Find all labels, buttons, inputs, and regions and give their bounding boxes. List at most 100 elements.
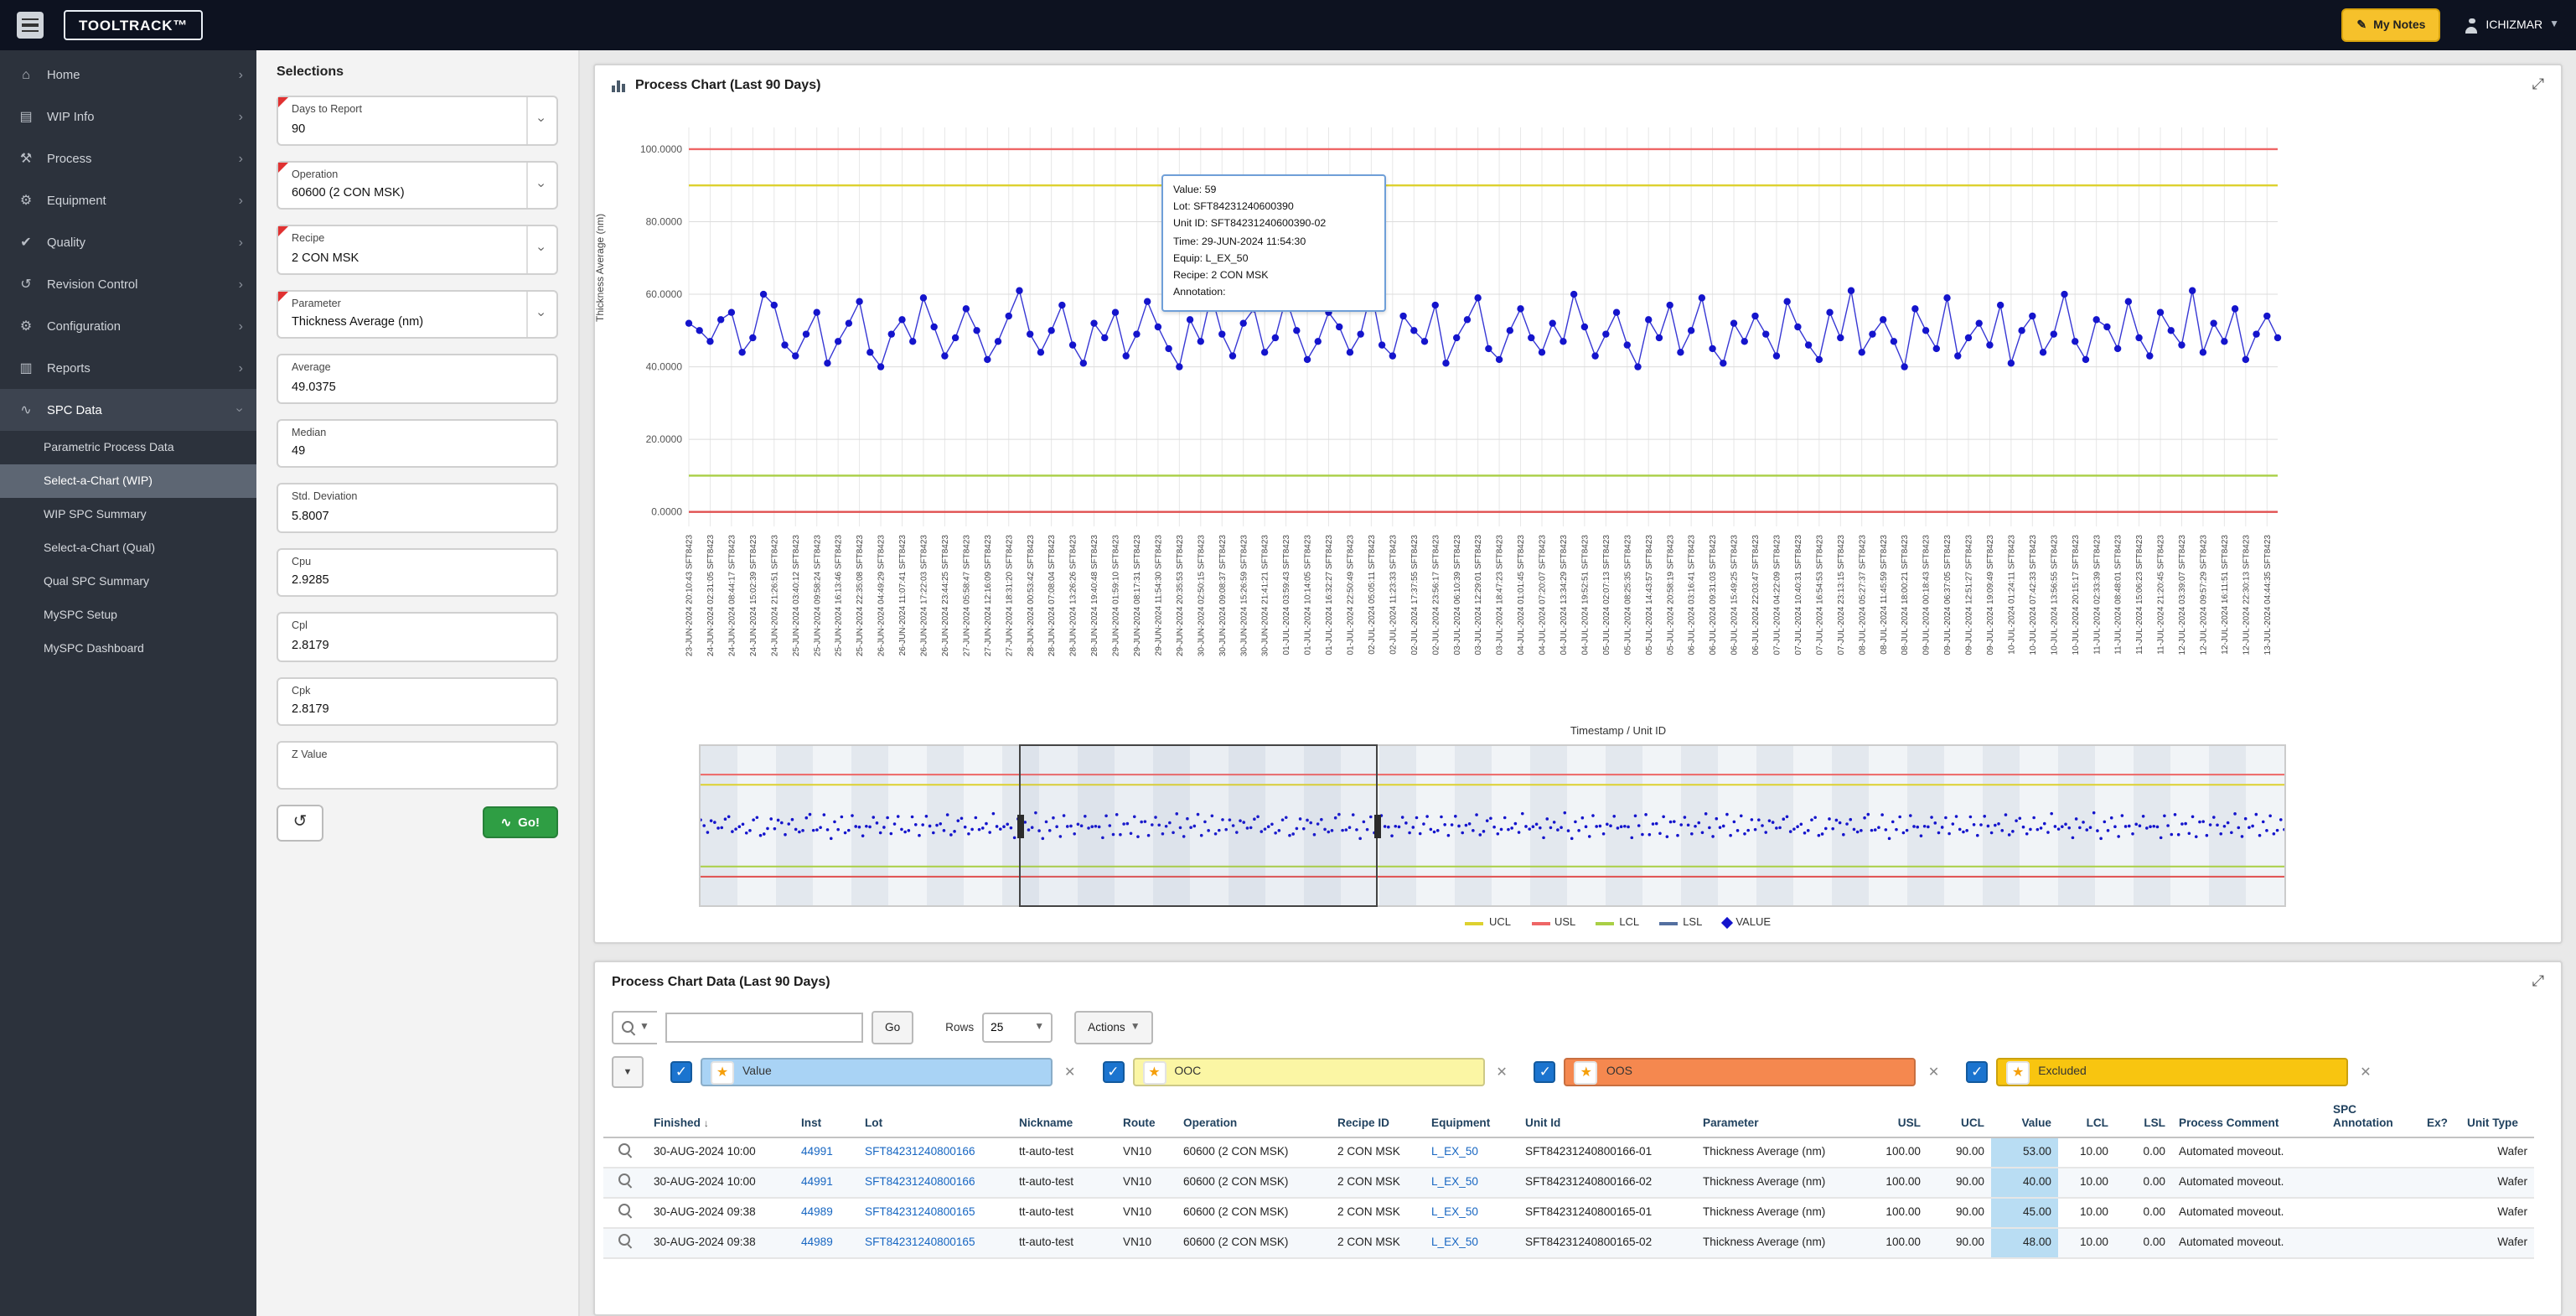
legend-item-ucl[interactable]: UCL xyxy=(1466,917,1511,929)
column-header-usl[interactable]: USL xyxy=(1864,1100,1927,1137)
rows-value: 25 xyxy=(991,1022,1003,1034)
column-header-parameter[interactable]: Parameter xyxy=(1696,1100,1864,1137)
filter-checkbox-oos[interactable]: ✓ xyxy=(1534,1061,1556,1083)
column-header-finished[interactable]: Finished↓ xyxy=(647,1100,794,1137)
column-header-lsl[interactable]: LSL xyxy=(2115,1100,2172,1137)
sidebar-item-wip-info[interactable]: ▤WIP Info› xyxy=(0,96,256,137)
my-notes-button[interactable]: ✎ My Notes xyxy=(2341,8,2440,42)
legend-item-usl[interactable]: USL xyxy=(1531,917,1575,929)
column-header-unit-id[interactable]: Unit Id xyxy=(1518,1100,1696,1137)
sidebar-item-myspc-dashboard[interactable]: MySPC Dashboard xyxy=(0,632,256,666)
column-header-ucl[interactable]: UCL xyxy=(1927,1100,1991,1137)
column-header-recipe-id[interactable]: Recipe ID xyxy=(1331,1100,1425,1137)
sidebar-item-home[interactable]: ⌂Home› xyxy=(0,54,256,96)
cell-link[interactable]: 44991 xyxy=(801,1146,833,1158)
cell-link[interactable]: SFT84231240800165 xyxy=(865,1236,975,1248)
cell-link[interactable]: L_EX_50 xyxy=(1431,1176,1478,1188)
column-header-nickname[interactable]: Nickname xyxy=(1012,1100,1116,1137)
sidebar-item-select-a-chart-qual[interactable]: Select-a-Chart (Qual) xyxy=(0,531,256,565)
cell-link[interactable]: SFT84231240800165 xyxy=(865,1206,975,1218)
column-header-route[interactable]: Route xyxy=(1116,1100,1177,1137)
cell-operation: 60600 (2 CON MSK) xyxy=(1177,1167,1331,1197)
search-go-button[interactable]: Go xyxy=(872,1011,913,1044)
chevron-down-icon[interactable]: › xyxy=(526,162,556,208)
filter-checkbox-excluded[interactable]: ✓ xyxy=(1966,1061,1988,1083)
column-header-spc-annotation[interactable]: SPC Annotation xyxy=(2326,1100,2420,1137)
cell-value: 53.00 xyxy=(1991,1137,2058,1167)
hamburger-menu-icon[interactable] xyxy=(17,12,44,39)
sidebar-item-revision-control[interactable]: ↺Revision Control› xyxy=(0,263,256,305)
filter-chip-oos[interactable]: ★OOS xyxy=(1565,1058,1916,1086)
remove-filter-icon[interactable]: ✕ xyxy=(1496,1065,1507,1080)
sidebar-item-parametric-process-data[interactable]: Parametric Process Data xyxy=(0,431,256,464)
column-header-process-comment[interactable]: Process Comment xyxy=(2172,1100,2326,1137)
user-menu[interactable]: ICHIZMAR ▼ xyxy=(2464,18,2559,33)
column-header-unit-type[interactable]: Unit Type xyxy=(2460,1100,2534,1137)
sidebar-item-equipment[interactable]: ⚙Equipment› xyxy=(0,179,256,221)
sidebar-item-configuration[interactable]: ⚙Configuration› xyxy=(0,305,256,347)
column-header-lot[interactable]: Lot xyxy=(858,1100,1012,1137)
legend-item-lcl[interactable]: LCL xyxy=(1596,917,1639,929)
sidebar-item-qual-spc-summary[interactable]: Qual SPC Summary xyxy=(0,565,256,598)
expand-icon[interactable]: ⤢ xyxy=(2532,75,2544,94)
chevron-down-icon[interactable]: › xyxy=(526,291,556,337)
filter-checkbox-ooc[interactable]: ✓ xyxy=(1102,1061,1124,1083)
remove-filter-icon[interactable]: ✕ xyxy=(2360,1065,2371,1080)
sidebar-item-quality[interactable]: ✔Quality› xyxy=(0,221,256,263)
filter-menu-button[interactable]: ▼ xyxy=(612,1056,644,1088)
search-icon xyxy=(621,1020,636,1035)
search-input[interactable] xyxy=(665,1013,863,1043)
sidebar-item-spc-data[interactable]: ∿SPC Data› xyxy=(0,389,256,431)
cell-usl: 100.00 xyxy=(1864,1227,1927,1257)
reset-button[interactable]: ↺ xyxy=(277,804,323,841)
sidebar-item-label: Revision Control xyxy=(47,277,137,292)
column-header-operation[interactable]: Operation xyxy=(1177,1100,1331,1137)
sidebar-item-process[interactable]: ⚒Process› xyxy=(0,137,256,179)
sidebar-item-reports[interactable]: ▥Reports› xyxy=(0,347,256,389)
sidebar-item-myspc-setup[interactable]: MySPC Setup xyxy=(0,598,256,632)
column-header-value[interactable]: Value xyxy=(1991,1100,2058,1137)
chart-navigator[interactable] xyxy=(699,744,2286,907)
cell-link[interactable]: SFT84231240800166 xyxy=(865,1146,975,1158)
sidebar-item-select-a-chart-wip[interactable]: Select-a-Chart (WIP) xyxy=(0,464,256,498)
actions-button[interactable]: Actions ▼ xyxy=(1074,1011,1154,1044)
filter-chip-excluded[interactable]: ★Excluded xyxy=(1996,1058,2348,1086)
cell-link[interactable]: SFT84231240800166 xyxy=(865,1176,975,1188)
process-chart[interactable]: 23-JUN-2024 20:10:43 SFT842324-JUN-2024 … xyxy=(605,111,2289,714)
column-header-ex[interactable]: Ex? xyxy=(2420,1100,2460,1137)
chevron-down-icon[interactable]: › xyxy=(526,97,556,143)
legend-item-value[interactable]: VALUE xyxy=(1722,917,1771,929)
search-options-button[interactable]: ▼ xyxy=(612,1011,657,1044)
legend-item-lsl[interactable]: LSL xyxy=(1659,917,1702,929)
go-button[interactable]: ∿ Go! xyxy=(483,806,558,838)
field-days-to-report[interactable]: Days to Report90› xyxy=(277,96,558,145)
column-header-equipment[interactable]: Equipment xyxy=(1425,1100,1518,1137)
cell-link[interactable]: L_EX_50 xyxy=(1431,1146,1478,1158)
field-recipe[interactable]: Recipe2 CON MSK› xyxy=(277,225,558,274)
field-operation[interactable]: Operation60600 (2 CON MSK)› xyxy=(277,160,558,210)
rows-select[interactable]: 25 ▼ xyxy=(982,1013,1053,1043)
field-label: Average xyxy=(292,362,543,374)
filter-chip-value[interactable]: ★Value xyxy=(701,1058,1053,1086)
chevron-down-icon[interactable]: › xyxy=(526,226,556,272)
expand-icon[interactable]: ⤢ xyxy=(2532,972,2544,991)
filter-checkbox-value[interactable]: ✓ xyxy=(670,1061,692,1083)
filter-chip-ooc[interactable]: ★OOC xyxy=(1132,1058,1484,1086)
cell-link[interactable]: 44989 xyxy=(801,1206,833,1218)
column-header-inst[interactable]: Inst xyxy=(794,1100,858,1137)
field-parameter[interactable]: ParameterThickness Average (nm)› xyxy=(277,289,558,339)
sidebar-item-wip-spc-summary[interactable]: WIP SPC Summary xyxy=(0,498,256,531)
cell-link[interactable]: 44991 xyxy=(801,1176,833,1188)
cell-link[interactable]: L_EX_50 xyxy=(1431,1236,1478,1248)
row-search-icon[interactable] xyxy=(618,1173,633,1188)
cell-link[interactable]: L_EX_50 xyxy=(1431,1206,1478,1218)
column-header-lcl[interactable]: LCL xyxy=(2058,1100,2115,1137)
app-window: TOOLTRACK™ ✎ My Notes ICHIZMAR ▼ ⌂Home›▤… xyxy=(0,0,2576,1316)
navigator-selection-window[interactable] xyxy=(1019,744,1378,907)
cell-link[interactable]: 44989 xyxy=(801,1236,833,1248)
row-search-icon[interactable] xyxy=(618,1233,633,1248)
remove-filter-icon[interactable]: ✕ xyxy=(1928,1065,1939,1080)
row-search-icon[interactable] xyxy=(618,1142,633,1158)
remove-filter-icon[interactable]: ✕ xyxy=(1064,1065,1075,1080)
row-search-icon[interactable] xyxy=(618,1203,633,1218)
